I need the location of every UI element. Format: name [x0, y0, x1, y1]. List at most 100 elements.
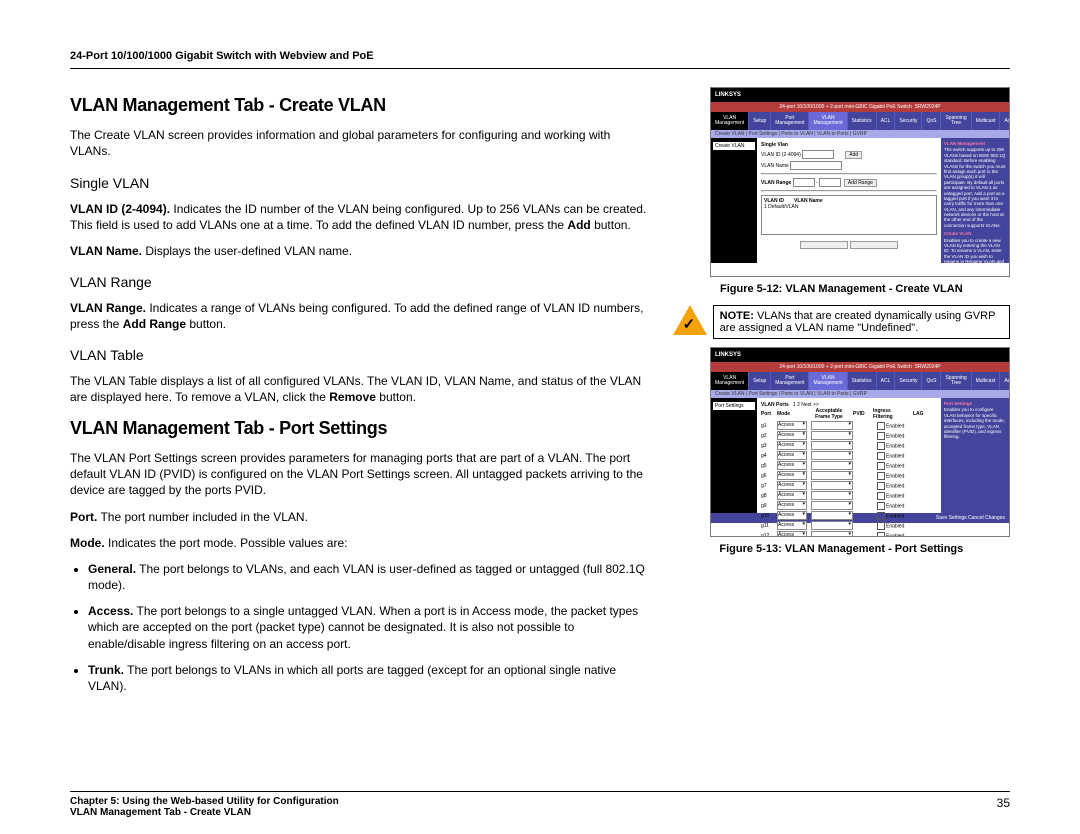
- ingress-checkbox[interactable]: [877, 442, 885, 450]
- mode-select[interactable]: Access: [777, 531, 807, 537]
- tab-qos[interactable]: QoS: [922, 372, 941, 390]
- tab-vlan-mgmt[interactable]: VLAN Management: [809, 372, 847, 390]
- table-row: g4AccessEnabled: [761, 451, 937, 460]
- mode-select[interactable]: Access: [777, 491, 807, 500]
- tab-vlan-mgmt[interactable]: VLAN Management: [809, 112, 847, 130]
- mode-select[interactable]: Access: [777, 421, 807, 430]
- table-row[interactable]: 1 Default/VLAN: [764, 204, 934, 210]
- vlan-name-input[interactable]: [790, 161, 842, 170]
- aft-select[interactable]: [811, 471, 853, 480]
- footer-chapter: Chapter 5: Using the Web-based Utility f…: [70, 796, 339, 807]
- label-general: General.: [88, 562, 136, 576]
- tab-multicast[interactable]: Multicast: [972, 372, 1001, 390]
- aft-select[interactable]: [811, 521, 853, 530]
- tab-multicast[interactable]: Multicast: [972, 112, 1001, 130]
- tab-stp[interactable]: Spanning Tree: [941, 112, 971, 130]
- aft-select[interactable]: [811, 501, 853, 510]
- fig-left-heading: VLAN Management: [711, 372, 749, 390]
- ingress-checkbox[interactable]: [877, 482, 885, 490]
- fig-tabs: VLAN Management Setup Port Management VL…: [711, 372, 1009, 390]
- tab-acl[interactable]: ACL: [877, 112, 896, 130]
- tab-security[interactable]: Security: [895, 112, 922, 130]
- tab-acl[interactable]: ACL: [877, 372, 896, 390]
- fig-info-panel: Port Settings Enables you to configure V…: [941, 398, 1009, 513]
- aft-select[interactable]: [811, 491, 853, 500]
- ingress-checkbox[interactable]: [877, 462, 885, 470]
- para-mode-field: Mode. Indicates the port mode. Possible …: [70, 535, 653, 551]
- ingress-checkbox[interactable]: [877, 452, 885, 460]
- text-mode: Indicates the port mode. Possible values…: [105, 536, 348, 550]
- mode-select[interactable]: Access: [777, 431, 807, 440]
- vlan-id-input[interactable]: [802, 150, 834, 159]
- ingress-checkbox[interactable]: [877, 502, 885, 510]
- ingress-checkbox[interactable]: [877, 532, 885, 538]
- table-row: g1AccessEnabled: [761, 421, 937, 430]
- mode-select[interactable]: Access: [777, 451, 807, 460]
- mode-select[interactable]: Access: [777, 521, 807, 530]
- aft-select[interactable]: [811, 461, 853, 470]
- aft-select[interactable]: [811, 431, 853, 440]
- aft-select[interactable]: [811, 451, 853, 460]
- mode-select[interactable]: Access: [777, 481, 807, 490]
- mode-select[interactable]: Access: [777, 511, 807, 520]
- fig-subtabs[interactable]: Create VLAN | Port Settings | Ports to V…: [711, 390, 1009, 398]
- info-text: Enables you to configure VLAN behavior f…: [944, 407, 1006, 439]
- fig-sidebar: Port Settings: [711, 398, 757, 513]
- fig-brand-bar: LINKSYS: [711, 88, 1009, 102]
- vlan-table: VLAN IDVLAN Name 1 Default/VLAN: [761, 195, 937, 235]
- info-heading: Port Settings: [944, 401, 1006, 406]
- mode-select[interactable]: Access: [777, 461, 807, 470]
- label-single-vlan: Single Vlan: [761, 142, 788, 148]
- tab-setup[interactable]: Setup: [749, 372, 771, 390]
- tab-qos[interactable]: QoS: [922, 112, 941, 130]
- tab-statistics[interactable]: Statistics: [848, 112, 877, 130]
- table-row: g9AccessEnabled: [761, 501, 937, 510]
- aft-select[interactable]: [811, 421, 853, 430]
- aft-select[interactable]: [811, 511, 853, 520]
- aft-select[interactable]: [811, 531, 853, 537]
- note-box: NOTE: VLANs that are created dynamically…: [713, 305, 1010, 339]
- para-port-field: Port. The port number included in the VL…: [70, 509, 653, 525]
- tab-stp[interactable]: Spanning Tree: [941, 372, 971, 390]
- range-to-input[interactable]: [819, 178, 841, 187]
- aft-select[interactable]: [811, 481, 853, 490]
- table-row: g3AccessEnabled: [761, 441, 937, 450]
- ingress-checkbox[interactable]: [877, 512, 885, 520]
- footer-rule: [70, 791, 1010, 792]
- button-generic-2[interactable]: [850, 241, 898, 249]
- tab-admin[interactable]: Admin: [1000, 372, 1010, 390]
- document-page: 24-Port 10/100/1000 Gigabit Switch with …: [0, 0, 1080, 834]
- button-generic-1[interactable]: [800, 241, 848, 249]
- tab-port-mgmt[interactable]: Port Management: [771, 372, 809, 390]
- para-vlan-name: VLAN Name. Displays the user-defined VLA…: [70, 243, 653, 259]
- th-mode: Mode: [777, 411, 805, 417]
- range-from-input[interactable]: [793, 178, 815, 187]
- text-access: The port belongs to a single untagged VL…: [88, 604, 638, 650]
- mode-select[interactable]: Access: [777, 471, 807, 480]
- tab-statistics[interactable]: Statistics: [848, 372, 877, 390]
- mode-select[interactable]: Access: [777, 501, 807, 510]
- tab-setup[interactable]: Setup: [749, 112, 771, 130]
- ingress-checkbox[interactable]: [877, 422, 885, 430]
- label-access: Access.: [88, 604, 133, 618]
- add-button[interactable]: Add: [845, 151, 862, 159]
- tab-admin[interactable]: Admin: [1000, 112, 1010, 130]
- add-range-button[interactable]: Add Range: [844, 179, 877, 187]
- ingress-checkbox[interactable]: [877, 522, 885, 530]
- label-vlan-name: VLAN Name.: [70, 244, 142, 258]
- label-vlan-range: VLAN Range.: [70, 301, 146, 315]
- fig-subtabs[interactable]: Create VLAN | Port Settings | Ports to V…: [711, 130, 1009, 138]
- mode-select[interactable]: Access: [777, 441, 807, 450]
- tab-port-mgmt[interactable]: Port Management: [771, 112, 809, 130]
- th-lag: LAG: [913, 411, 924, 417]
- para-vlan-range: VLAN Range. Indicates a range of VLANs b…: [70, 300, 653, 332]
- tab-security[interactable]: Security: [895, 372, 922, 390]
- ingress-checkbox[interactable]: [877, 492, 885, 500]
- ingress-checkbox[interactable]: [877, 432, 885, 440]
- ingress-checkbox[interactable]: [877, 472, 885, 480]
- text-port: The port number included in the VLAN.: [97, 510, 308, 524]
- save-cancel-buttons[interactable]: Save Settings Cancel Changes: [936, 515, 1005, 521]
- aft-select[interactable]: [811, 441, 853, 450]
- breadcrumb: Create VLAN: [713, 142, 755, 150]
- subheading-vlan-range: VLAN Range: [70, 273, 653, 292]
